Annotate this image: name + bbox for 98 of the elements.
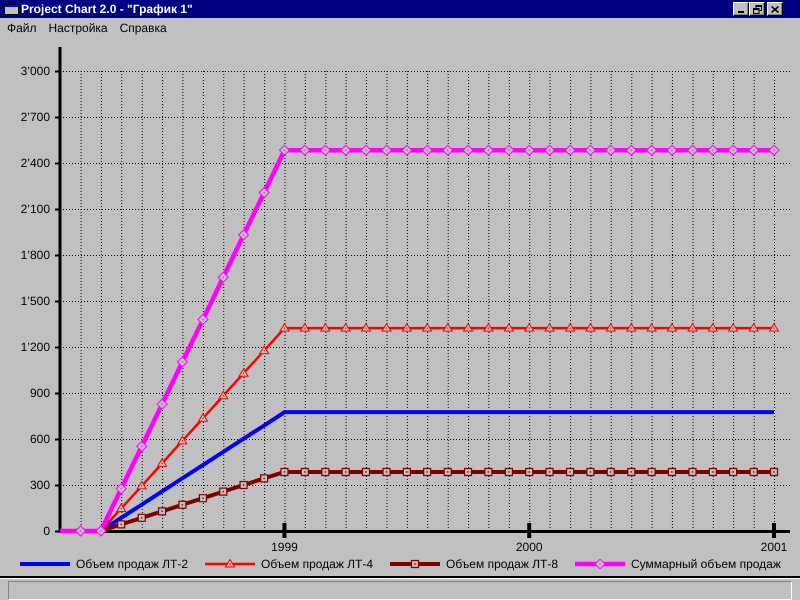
triangle-marker [768, 322, 780, 332]
triangle-marker [401, 322, 412, 332]
close-button[interactable] [767, 2, 783, 16]
triangle-marker [422, 322, 433, 332]
diamond-marker [340, 144, 352, 156]
diamond-marker [524, 144, 535, 156]
diamond-marker [176, 356, 188, 368]
diamond-marker [748, 144, 760, 156]
y-tick-label: 1’500 [20, 294, 50, 308]
triangle-marker [116, 502, 127, 512]
window-title: Project Chart 2.0 - "График 1" [21, 3, 193, 15]
triangle-marker [381, 322, 392, 332]
x-tick-label: 2000 [516, 540, 543, 554]
y-tick-label: 1’800 [20, 248, 50, 262]
triangle-marker [198, 412, 208, 422]
triangle-marker [585, 322, 596, 332]
triangle-marker [504, 322, 514, 332]
diamond-marker [380, 144, 392, 156]
triangle-marker [320, 322, 331, 332]
diamond-marker [686, 144, 698, 156]
x-tick-label: 2001 [760, 540, 788, 554]
diamond-marker [421, 144, 433, 156]
diamond-marker [707, 144, 719, 156]
y-tick-label: 300 [30, 478, 50, 492]
minimize-icon [738, 11, 744, 13]
diamond-marker [74, 525, 86, 537]
triangle-marker [218, 390, 229, 400]
legend-label: Объем продаж ЛТ-4 [261, 557, 374, 571]
legend-label: Объем продаж ЛТ-2 [76, 557, 188, 571]
triangle-marker [177, 435, 188, 444]
diamond-marker [564, 144, 576, 156]
triangle-marker [136, 480, 148, 490]
x-tick-label: 1999 [271, 540, 298, 554]
y-tick-label: 0 [43, 524, 50, 538]
diamond-marker [768, 144, 780, 156]
triangle-marker [156, 458, 168, 467]
minimize-button[interactable] [733, 2, 749, 16]
triangle-marker [666, 322, 678, 332]
diamond-marker [666, 144, 678, 156]
legend-line-icon [20, 562, 70, 566]
triangle-marker [748, 322, 760, 332]
triangle-marker [728, 322, 738, 332]
diamond-marker [258, 186, 270, 198]
triangle-marker [646, 322, 657, 332]
triangle-marker [340, 322, 352, 332]
y-tick-label: 2’100 [20, 202, 50, 216]
diamond-marker [646, 144, 658, 156]
diamond-marker [584, 144, 596, 156]
diamond-marker [401, 144, 413, 156]
y-tick-label: 3’000 [20, 64, 50, 78]
diamond-marker [197, 314, 209, 326]
diamond-marker [462, 144, 474, 156]
diamond-marker [320, 144, 332, 156]
triangle-marker [299, 322, 310, 332]
triangle-marker [360, 322, 372, 332]
triangle-marker [564, 322, 576, 332]
legend-label: Суммарный объем продаж [631, 557, 781, 571]
triangle-marker [687, 322, 698, 332]
triangle-marker [544, 322, 555, 332]
diamond-marker [605, 144, 616, 156]
triangle-marker [524, 322, 535, 332]
y-tick-label: 900 [30, 386, 50, 400]
diamond-marker [544, 144, 556, 156]
triangle-marker [279, 322, 290, 332]
triangle-marker [707, 322, 718, 332]
diamond-marker [442, 144, 454, 156]
diamond-marker [218, 272, 229, 283]
y-tick-label: 2’700 [20, 110, 50, 124]
restore-button[interactable] [749, 2, 765, 16]
diamond-marker [727, 144, 739, 156]
y-tick-label: 2’400 [20, 156, 50, 170]
triangle-marker [442, 322, 454, 332]
triangle-marker [238, 368, 249, 377]
diamond-marker [482, 144, 494, 156]
diamond-marker [136, 440, 148, 452]
diamond-marker [360, 144, 372, 156]
menu-item[interactable]: Файл [1, 20, 43, 36]
menu-item[interactable]: Справка [114, 20, 173, 36]
diamond-marker [299, 144, 310, 156]
triangle-marker [605, 322, 616, 332]
restore-icon [752, 4, 762, 14]
menu-item[interactable]: Настройка [42, 20, 114, 36]
diamond-marker [238, 229, 250, 241]
window-icon [4, 4, 19, 14]
triangle-marker [482, 322, 494, 332]
close-icon [771, 6, 779, 12]
diamond-marker [278, 144, 290, 156]
diamond-marker [156, 398, 168, 410]
diamond-marker [95, 525, 107, 537]
y-tick-label: 1’200 [20, 340, 50, 354]
triangle-marker [258, 345, 270, 354]
y-tick-label: 600 [30, 432, 50, 446]
legend-label: Объем продаж ЛТ-8 [446, 557, 558, 571]
triangle-marker [462, 322, 474, 332]
diamond-marker [503, 144, 515, 156]
triangle-marker [626, 322, 637, 332]
diamond-marker [115, 482, 127, 494]
diamond-marker [626, 144, 637, 156]
